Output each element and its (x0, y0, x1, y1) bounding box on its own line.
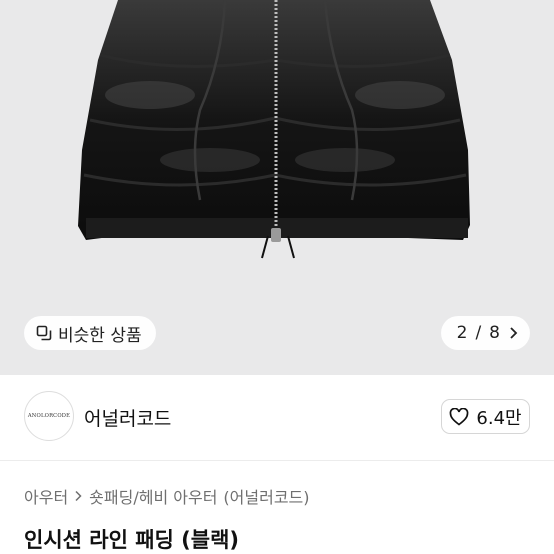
copy-icon (36, 325, 52, 341)
current-page: 2 (456, 323, 468, 343)
similar-products-button[interactable]: 비슷한 상품 (24, 316, 156, 350)
breadcrumb-item-outer[interactable]: 아우터 (24, 484, 68, 508)
total-pages: 8 (489, 323, 500, 343)
breadcrumb-item-category[interactable]: 숏패딩/헤비 아우터 (89, 484, 217, 508)
seller-name[interactable]: 어널러코드 (84, 404, 171, 431)
seller-avatar[interactable]: ANOLORCODE (24, 391, 74, 441)
breadcrumb-brand[interactable]: (어널러코드) (223, 484, 309, 508)
image-pager[interactable]: 2 / 8 (440, 316, 530, 350)
like-count: 6.4만 (476, 407, 522, 429)
similar-products-label: 비슷한 상품 (58, 325, 142, 346)
product-image-gallery[interactable]: 비슷한 상품 2 / 8 (0, 0, 554, 375)
chevron-right-icon[interactable] (508, 326, 518, 340)
page-separator: / (475, 323, 482, 343)
like-button[interactable]: 6.4만 (441, 399, 530, 434)
heart-outline-icon (450, 407, 469, 426)
seller-avatar-logo: ANOLORCODE (27, 413, 71, 419)
chevron-right-icon (75, 490, 82, 502)
breadcrumb: 아우터 숏패딩/헤비 아우터 (어널러코드) (24, 484, 310, 508)
product-title: 인시션 라인 패딩 (블랙) (24, 528, 240, 552)
